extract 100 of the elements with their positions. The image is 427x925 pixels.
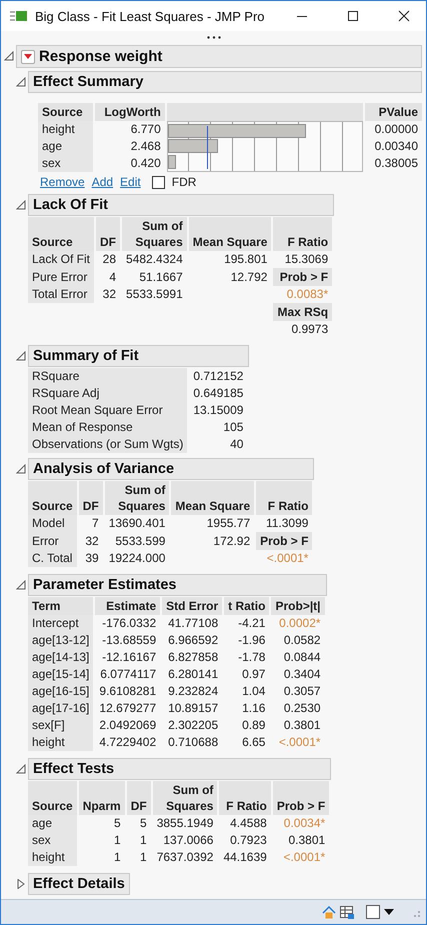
table-cell-text: 13.15009: [192, 402, 244, 419]
close-icon[interactable]: [398, 10, 410, 22]
table-cell: age[16-15]: [28, 683, 94, 700]
table-cell-text: 5482.4324: [125, 251, 184, 268]
column-header: Mean Square: [188, 217, 272, 251]
column-header: Source: [38, 103, 93, 121]
maximize-icon[interactable]: [347, 10, 359, 22]
table-cell-text: 6.770: [130, 121, 162, 138]
expand-triangle-icon[interactable]: [16, 879, 26, 889]
table-cell-text: 172.92: [212, 532, 252, 550]
table-cell-text: 1: [113, 832, 122, 849]
table-cell-text: -13.68559: [101, 632, 158, 649]
table-cell-text: 4: [108, 268, 118, 286]
table-cell-text: 0.89: [241, 717, 266, 734]
table-cell-text: 0.3801: [287, 832, 326, 849]
table-cell: Total Error: [28, 286, 94, 303]
table-cell-text: 7: [91, 515, 100, 532]
table-cell-text: 1.16: [241, 700, 266, 717]
table-cell-text: 4.4588: [229, 815, 268, 832]
table-cell-text: 11.3099: [264, 515, 310, 532]
table-cell-text: 2.468: [130, 138, 162, 155]
table-cell: height: [28, 734, 94, 751]
column-header: Source: [28, 217, 94, 251]
column-header: DF: [126, 781, 151, 815]
column-header: Sum of Squares: [152, 781, 218, 815]
checkbox[interactable]: [152, 176, 165, 188]
table-cell-text: 9.6108281: [98, 683, 158, 700]
table-cell-text: 6.65: [241, 734, 266, 751]
table-cell-text: 0.710688: [167, 734, 220, 751]
column-header: Sum of Squares: [104, 481, 170, 515]
table-cell: Root Mean Square Error: [28, 402, 188, 419]
collapse-triangle-icon[interactable]: [16, 351, 26, 361]
table-cell: sex: [38, 155, 93, 172]
table-cell-text: 6.827858: [167, 649, 220, 666]
table-cell-text: 105: [222, 419, 244, 436]
grip-icon[interactable]: [206, 36, 220, 38]
table-cell-text: 51.1667: [138, 268, 184, 286]
table-cell-text: 0.97: [241, 666, 266, 683]
table-cell-text: 39: [84, 550, 100, 567]
section-header: Effect Tests: [28, 758, 332, 780]
table-cell: Pure Error: [28, 268, 94, 286]
link[interactable]: Add: [92, 175, 114, 189]
checkbox-label: FDR: [172, 175, 196, 189]
table-cell-text: -1.78: [237, 649, 266, 666]
column-header: Prob > F: [256, 532, 312, 550]
column-header: Sum of Squares: [122, 217, 187, 251]
table-cell-text: 28: [102, 251, 118, 268]
app-icon: [10, 10, 28, 22]
table-cell-text: 0.7923: [229, 832, 268, 849]
table-cell-text: 13690.401: [108, 515, 166, 532]
table-cell-text: 4.7229402: [98, 734, 158, 751]
table-cell-text: 0.9973: [290, 321, 330, 338]
table-cell-text: 12.679277: [98, 700, 158, 717]
column-header: Std Error: [162, 597, 222, 615]
table-cell-text: 0.420: [130, 155, 162, 172]
table-cell-text: 19224.000: [108, 550, 166, 567]
table-cell-text: 2.0492069: [98, 717, 158, 734]
column-header: Source: [28, 481, 77, 515]
caret-icon[interactable]: [384, 908, 394, 916]
link[interactable]: Remove: [40, 175, 85, 189]
table-cell-text: 12.792: [230, 268, 268, 286]
column-header: DF: [78, 481, 103, 515]
table-cell-text: 6.0774117: [99, 666, 158, 683]
collapse-triangle-icon[interactable]: [16, 464, 26, 474]
table-cell-text: 6.280141: [167, 666, 220, 683]
home-icon[interactable]: [322, 906, 336, 918]
checkbox[interactable]: [366, 905, 380, 919]
table-cell-text: 0.00000: [374, 121, 419, 138]
collapse-triangle-icon[interactable]: [16, 200, 26, 210]
table-cell: Observations (or Sum Wgts): [28, 436, 188, 453]
table-cell-text: <.0001*: [282, 849, 326, 866]
report-title: Response weight: [39, 48, 162, 65]
table-cell-text: 0.3057: [282, 683, 322, 700]
link[interactable]: Edit: [120, 175, 141, 189]
collapse-triangle-icon[interactable]: [16, 764, 26, 774]
column-header: Max RSq: [273, 303, 332, 321]
column-header: F Ratio: [273, 217, 332, 251]
table-cell-text: 32: [84, 532, 100, 550]
table-cell-text: 0.3801: [282, 717, 322, 734]
table-cell-text: 7637.0392: [156, 849, 214, 866]
table-cell-text: 5: [113, 815, 122, 832]
collapse-triangle-icon[interactable]: [4, 51, 14, 61]
table-cell-text: 2.302205: [167, 717, 220, 734]
collapse-triangle-icon[interactable]: [16, 77, 26, 87]
column-header: Nparm: [78, 781, 125, 815]
table-cell-text: 0.0844: [282, 649, 322, 666]
table-cell-text: 1955.77: [206, 515, 252, 532]
menu-button[interactable]: [21, 50, 35, 64]
table-icon[interactable]: [340, 906, 354, 918]
table-cell-text: -176.0332: [101, 615, 158, 632]
table-cell: age: [38, 138, 93, 155]
table-cell-text: 1: [113, 849, 122, 866]
table-cell-text: 41.77108: [167, 615, 220, 632]
collapse-triangle-icon[interactable]: [16, 580, 26, 590]
column-header: Prob > F: [273, 268, 332, 286]
column-header: Estimate: [95, 597, 160, 615]
table-cell: Error: [28, 532, 77, 550]
table-cell: age[15-14]: [28, 666, 94, 683]
table-cell-text: 5533.599: [114, 532, 166, 550]
table-cell-text: 0.0034*: [282, 815, 326, 832]
